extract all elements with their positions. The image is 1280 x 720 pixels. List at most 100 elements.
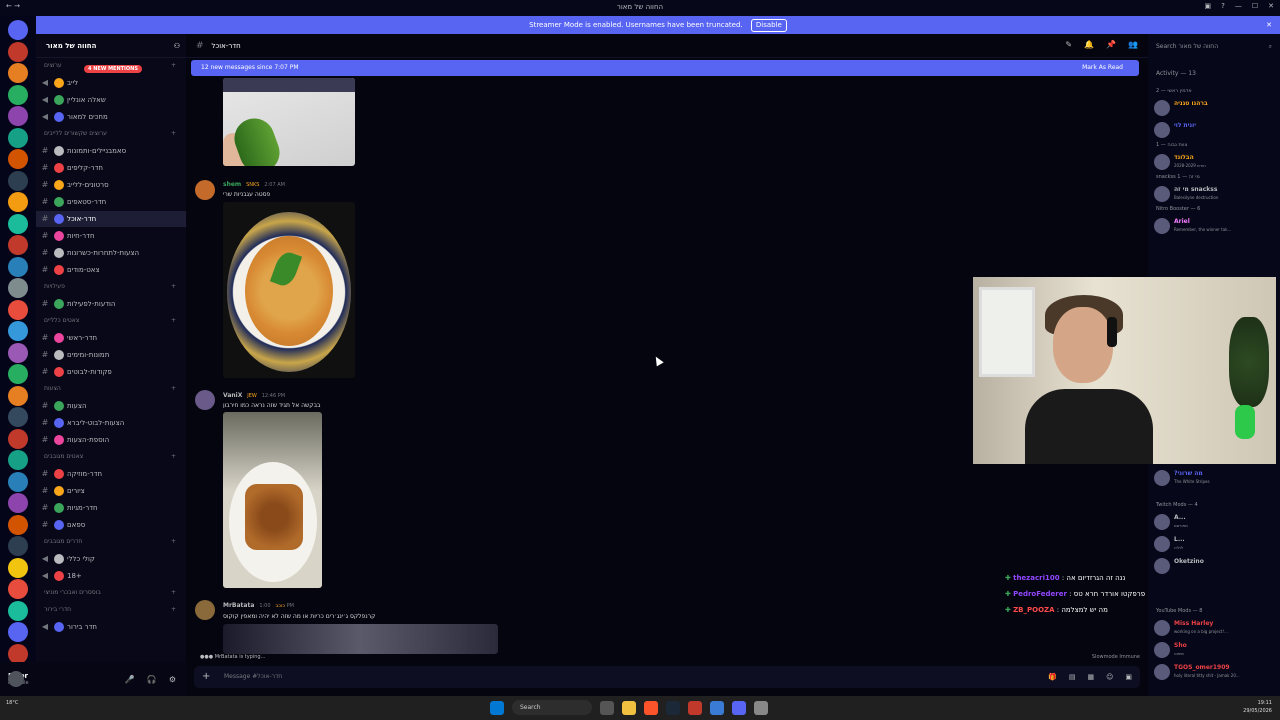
close-button[interactable]: ✕ <box>1268 2 1274 10</box>
app-icon[interactable] <box>710 700 724 715</box>
close-banner-icon[interactable]: ✕ <box>1266 16 1272 34</box>
message-input[interactable]: Message #חדר-אוכל <box>224 673 282 680</box>
channel-category[interactable]: ערוצים שקשורים ללייבים + <box>44 130 184 137</box>
add-channel-icon[interactable]: + <box>171 317 176 324</box>
members-icon[interactable]: 👥 <box>1128 40 1138 49</box>
server-icon[interactable] <box>8 557 28 578</box>
member-row[interactable]: Sho שיפוט <box>1154 640 1278 660</box>
channel-item[interactable]: # תמונות-ומימים <box>36 347 186 363</box>
server-icon[interactable] <box>8 20 28 40</box>
channel-item[interactable]: ◀ קולי כללי <box>36 551 186 567</box>
server-icon[interactable] <box>8 192 28 212</box>
start-icon[interactable] <box>490 700 504 715</box>
channel-item[interactable]: # הוספת-הצעות <box>36 432 186 448</box>
new-messages-bar[interactable]: 12 new messages since 7:07 PM Mark As Re… <box>191 60 1139 76</box>
member-row[interactable]: Ariel Remember, the winner tak... <box>1154 216 1278 236</box>
server-icon[interactable] <box>8 127 28 148</box>
apps-icon[interactable]: ▣ <box>1125 666 1132 688</box>
settings-icon[interactable] <box>754 700 768 715</box>
add-channel-icon[interactable]: + <box>171 385 176 392</box>
guild-header[interactable]: החווה של מאור ⚇ <box>36 34 186 58</box>
pasta-photo[interactable] <box>223 202 355 378</box>
bell-icon[interactable]: 🔔 <box>1084 40 1094 49</box>
channel-item[interactable]: # ציורים <box>36 483 186 499</box>
channel-category[interactable]: הצעות + <box>44 385 184 392</box>
server-icon[interactable] <box>8 579 28 599</box>
message-composer[interactable]: + Message #חדר-אוכל 🎁 ▤ ▦ ☺ ▣ <box>194 666 1140 688</box>
system-clock[interactable]: 19:11 29/05/2026 <box>1243 699 1272 715</box>
member-row[interactable]: ברהנו טגניה <box>1154 98 1278 118</box>
server-icon[interactable] <box>8 342 28 363</box>
member-row[interactable]: הבלונד 2028-2029 חודש <box>1154 152 1278 172</box>
channel-item[interactable]: # הצעות-לבוט-ליברא <box>36 415 186 431</box>
help-icon[interactable]: ? <box>1221 2 1225 10</box>
settings-gear-icon[interactable]: ⚙ <box>169 675 176 684</box>
add-attachment-icon[interactable]: + <box>202 666 210 688</box>
server-icon[interactable] <box>8 213 28 234</box>
add-channel-icon[interactable]: + <box>171 283 176 290</box>
add-channel-icon[interactable]: + <box>171 453 176 460</box>
channel-item[interactable]: # הודעות-לפעילות <box>36 296 186 312</box>
member-row[interactable]: Miss Harley working on a big project!... <box>1154 618 1278 638</box>
server-icon[interactable] <box>8 41 28 62</box>
member-row[interactable]: A... מפורסם <box>1154 512 1278 532</box>
inbox-icon[interactable]: ▣ <box>1205 2 1212 10</box>
member-row[interactable]: מי זה snackss Balesilyne destruction <box>1154 184 1278 204</box>
server-icon[interactable] <box>8 514 28 535</box>
server-icon[interactable] <box>8 471 28 492</box>
channel-category[interactable]: חדרי בירור + <box>44 606 184 613</box>
server-icon[interactable] <box>8 299 28 320</box>
channel-item[interactable]: # הצעות-לתחרות-כשרונות <box>36 245 186 261</box>
steam-icon[interactable] <box>666 700 680 715</box>
message-author[interactable]: shem <box>223 181 241 188</box>
member-row[interactable]: ?מה שרוני The White Stripes <box>1154 468 1278 488</box>
channel-category[interactable]: בוססרים ואבכרי מוניצי + <box>44 589 184 596</box>
channel-item[interactable]: # חדר-סטאפים <box>36 194 186 210</box>
server-icon[interactable] <box>8 600 28 621</box>
server-icon[interactable] <box>8 364 28 384</box>
threads-icon[interactable]: ✎ <box>1065 40 1072 49</box>
sticker-icon[interactable]: ▦ <box>1087 666 1094 688</box>
member-row[interactable]: TGOS_omer1909 holy literal titty shit - J… <box>1154 662 1278 682</box>
discord-icon[interactable] <box>732 700 746 715</box>
avatar[interactable] <box>8 671 24 687</box>
video-thumbnail[interactable] <box>223 624 498 654</box>
member-row[interactable]: יונית לוי <box>1154 120 1278 140</box>
channel-item[interactable]: # הצעות <box>36 398 186 414</box>
server-icon[interactable] <box>8 450 28 470</box>
add-channel-icon[interactable]: + <box>171 538 176 545</box>
message-author[interactable]: VaniX <box>223 392 242 399</box>
gift-icon[interactable]: 🎁 <box>1048 666 1057 688</box>
avatar[interactable] <box>195 390 215 410</box>
server-icon[interactable] <box>8 256 28 277</box>
channel-item[interactable]: ◀ לייב <box>36 75 186 91</box>
add-channel-icon[interactable]: + <box>171 62 176 69</box>
channel-item[interactable]: # פקודות-לבוטים <box>36 364 186 380</box>
server-icon[interactable] <box>8 536 28 556</box>
message-author[interactable]: MrBatata <box>223 602 254 609</box>
channel-category[interactable]: פעילויות + <box>44 283 184 290</box>
mic-icon[interactable]: 🎤 <box>125 675 135 684</box>
lasagna-photo[interactable] <box>223 412 322 588</box>
weather-widget[interactable]: 18°C <box>6 700 18 706</box>
channel-item[interactable]: # חדר-קליפים <box>36 160 186 176</box>
add-member-icon[interactable]: ⚇ <box>174 34 180 57</box>
server-icon[interactable] <box>8 385 28 406</box>
channel-item[interactable]: # ספאם <box>36 517 186 533</box>
server-icon[interactable] <box>8 407 28 427</box>
disable-streamer-button[interactable]: Disable <box>750 19 787 32</box>
server-icon[interactable] <box>8 84 28 105</box>
add-channel-icon[interactable]: + <box>171 606 176 613</box>
server-icon[interactable] <box>8 149 28 169</box>
taskbar-search[interactable]: Search <box>512 700 592 715</box>
avatar[interactable] <box>195 600 215 620</box>
channel-category[interactable]: ערוצים + <box>44 62 184 69</box>
server-icon[interactable] <box>8 321 28 341</box>
file-explorer-icon[interactable] <box>622 700 636 715</box>
channel-item[interactable]: ◀ חדר בירור <box>36 619 186 635</box>
pin-icon[interactable]: 📌 <box>1106 40 1116 49</box>
channel-item[interactable]: # סרטונים-ללייב <box>36 177 186 193</box>
search-input[interactable]: Search החווה של מאור ⌕ <box>1152 40 1276 53</box>
server-icon[interactable] <box>8 643 28 664</box>
channel-item[interactable]: # חדר-מגיות <box>36 500 186 516</box>
